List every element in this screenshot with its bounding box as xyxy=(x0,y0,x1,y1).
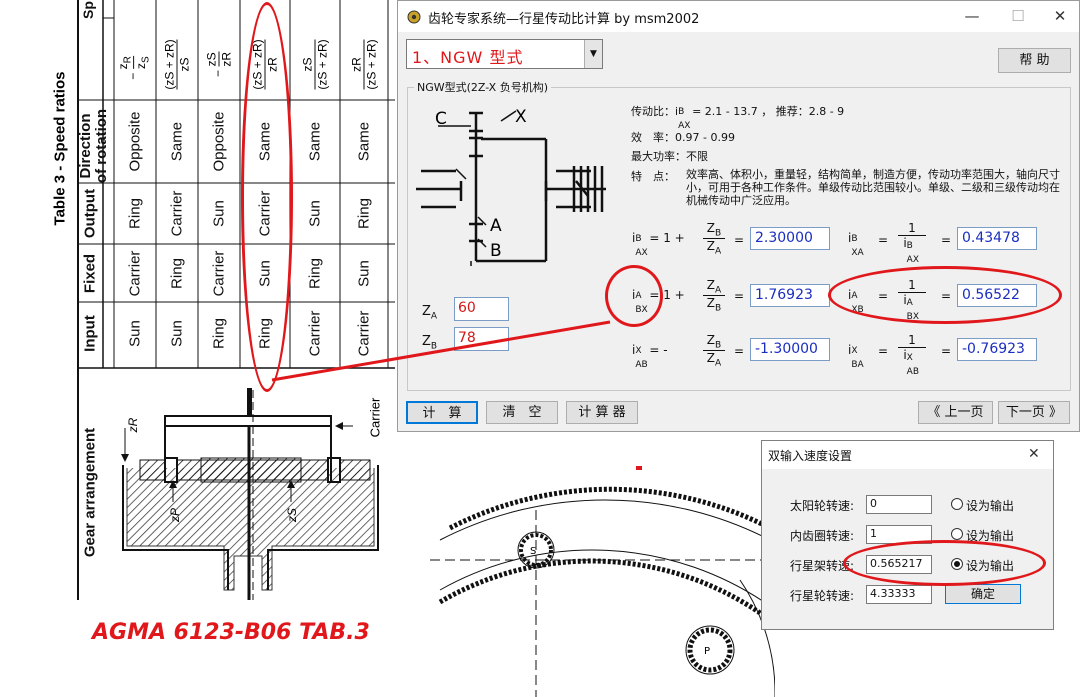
maximize-button[interactable]: ☐ xyxy=(1004,5,1032,27)
dialog-title-bar[interactable]: 双输入速度设置 ✕ xyxy=(762,441,1053,469)
eq-i-xba-equals-a: = xyxy=(878,344,889,358)
header-direction: Direction of rotation xyxy=(77,108,110,184)
clear-button[interactable]: 清 空 xyxy=(486,401,558,424)
dialog-close-button[interactable]: ✕ xyxy=(1028,446,1040,462)
label-zs: zS xyxy=(285,508,299,523)
features-text: 效率高、体积小，重量轻，结构简单，制造方便，传动功率范围大，轴向尺寸小，可用于各… xyxy=(686,168,1060,207)
header-gear-arrangement: Gear arrangement xyxy=(81,427,99,558)
sun-speed-label: 太阳轮转速: xyxy=(790,499,855,513)
eq-i-bxa-label: i B XA xyxy=(848,231,864,258)
type-select-value: 1、NGW 型式 xyxy=(412,48,524,67)
i-xba-output[interactable]: -0.76923 xyxy=(957,338,1037,361)
minimize-button[interactable]: — xyxy=(958,5,986,27)
eq-i-xab-equals: = xyxy=(734,344,745,358)
cell-direction: Same xyxy=(306,121,324,162)
max-power-text: 最大功率：不限 xyxy=(631,150,708,163)
prev-page-button[interactable]: 《 上一页 xyxy=(918,401,993,424)
label-carrier: Carrier xyxy=(367,397,383,438)
cell-direction: Same xyxy=(168,121,186,162)
gear-label-s: S xyxy=(530,546,536,557)
eq-i-bax-equals: = xyxy=(734,233,745,247)
label-zp: zP xyxy=(168,508,182,523)
label-zr: zR xyxy=(126,417,140,433)
sun-output-radio[interactable] xyxy=(951,498,963,510)
ratio-formula: zR (zS + zR) xyxy=(349,39,379,90)
eq-i-bax-label: i B AX = 1 + xyxy=(632,231,685,258)
za-label: ZA xyxy=(422,304,438,322)
next-page-button[interactable]: 下一页 》 xyxy=(998,401,1070,424)
close-button[interactable]: ✕ xyxy=(1046,5,1074,27)
eq-i-xba-fraction: 1 i X AB xyxy=(898,333,926,377)
gear-app-icon xyxy=(407,10,421,24)
scheme-label-a: A xyxy=(490,216,502,236)
annotation-ellipse-carrier-speed xyxy=(843,540,1046,586)
za-input[interactable]: 60 xyxy=(454,297,509,321)
agma-reference-label: AGMA 6123-B06 TAB.3 xyxy=(92,620,370,645)
ok-button[interactable]: 确定 xyxy=(945,584,1021,604)
ratio-formula: (zS + zR) zS xyxy=(162,39,192,90)
annotation-connector-line xyxy=(271,320,611,382)
cell-direction: Opposite xyxy=(126,111,144,172)
calculator-button[interactable]: 计 算 器 xyxy=(566,401,638,424)
annotation-ellipse-i-axb xyxy=(828,266,1062,324)
window-title: 齿轮专家系统—行星传动比计算 by msm2002 xyxy=(428,12,700,27)
gear-arrangement-drawing xyxy=(121,388,379,600)
sun-output-label[interactable]: 设为输出 xyxy=(966,497,1014,514)
dropdown-arrow-icon[interactable]: ▼ xyxy=(584,40,602,68)
scheme-label-c: C xyxy=(435,109,447,129)
cell-direction: Same xyxy=(355,121,373,162)
help-button[interactable]: 帮 助 xyxy=(998,48,1071,73)
ring-speed-label: 内齿圈转速: xyxy=(790,529,855,543)
dialog-title: 双输入速度设置 xyxy=(768,449,853,463)
ratio-range-text: 传动比：i B AX = 2.1 - 13.7 ， 推荐：2.8 - 9 xyxy=(631,105,845,131)
eq-i-abx-fraction: ZA ZB xyxy=(703,278,725,314)
eq-i-bxa-equals-a: = xyxy=(878,233,889,247)
efficiency-text: 效 率：0.97 - 0.99 xyxy=(631,131,735,144)
eq-i-xab-fraction: ZB ZA xyxy=(703,333,725,369)
features-label: 特 点： xyxy=(631,170,675,183)
table-caption: Table 3 - Speed ratios xyxy=(51,71,69,226)
eq-i-xab-label: i X AB = - xyxy=(632,343,668,370)
ratio-formula: − zR zS xyxy=(116,56,152,80)
annotation-circle-i-abx xyxy=(605,265,663,327)
dual-input-speed-dialog: 双输入速度设置 ✕ 太阳轮转速: 0 设为输出 内齿圈转速: 1 设为输出 行星… xyxy=(761,440,1054,630)
ratio-formula: zS (zS + zR) xyxy=(300,39,330,90)
eq-i-bax-fraction: ZB ZA xyxy=(703,221,725,257)
planet-speed-label: 行星轮转速: xyxy=(790,589,855,603)
i-bxa-output[interactable]: 0.43478 xyxy=(957,227,1037,250)
truncated-header: Sp xyxy=(80,1,96,19)
planetary-gear-drawing: S P xyxy=(430,486,775,697)
group-title: NGW型式(2Z-X 负号机构) xyxy=(414,79,552,95)
i-xab-output[interactable]: -1.30000 xyxy=(750,338,830,361)
agma-speed-ratio-table: Table 3 - Speed ratios Sp Input Fixed Ou… xyxy=(0,0,395,600)
planet-speed-input[interactable]: 4.33333 xyxy=(866,585,932,604)
calculate-button[interactable]: 计 算 xyxy=(406,401,478,424)
i-abx-output[interactable]: 1.76923 xyxy=(750,284,830,307)
title-bar[interactable]: 齿轮专家系统—行星传动比计算 by msm2002 — ☐ ✕ xyxy=(398,1,1079,32)
eq-i-abx-equals: = xyxy=(734,289,745,303)
scheme-label-x: X xyxy=(515,107,527,127)
gear-label-p: P xyxy=(704,646,710,657)
type-select[interactable]: 1、NGW 型式 ▼ xyxy=(406,39,603,69)
sun-speed-input[interactable]: 0 xyxy=(866,495,932,514)
ring-output-radio[interactable] xyxy=(951,528,963,540)
ratio-formula: − zS zR xyxy=(204,51,234,78)
red-dot xyxy=(636,466,642,470)
eq-i-bxa-fraction: 1 i B AX xyxy=(898,221,926,265)
i-bax-output[interactable]: 2.30000 xyxy=(750,227,830,250)
eq-i-xba-equals-b: = xyxy=(941,344,952,358)
eq-i-xba-label: i X BA xyxy=(848,343,864,370)
scheme-label-b: B xyxy=(490,241,502,261)
eq-i-bxa-equals-b: = xyxy=(941,233,952,247)
cell-direction: Opposite xyxy=(210,111,228,172)
